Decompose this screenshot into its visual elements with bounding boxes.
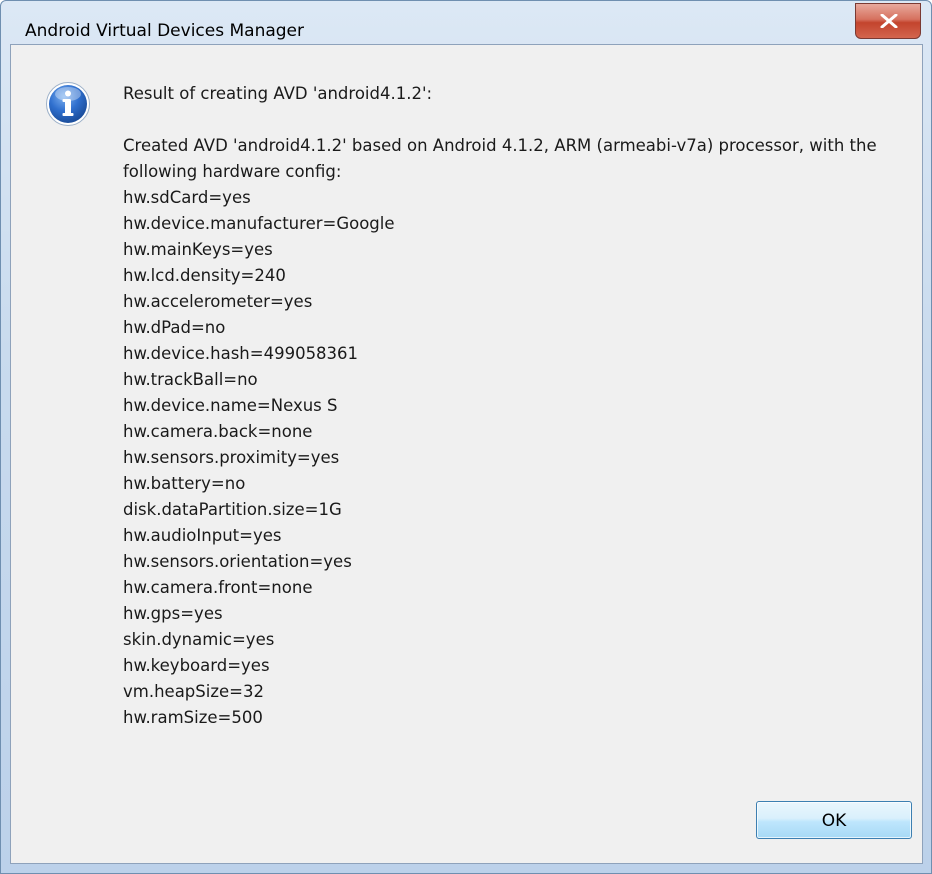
dialog-window: Android Virtual Devices Manager Result o… [0, 0, 932, 874]
message-heading: Result of creating AVD 'android4.1.2': [123, 84, 433, 103]
close-x-icon [880, 14, 898, 28]
config-line: hw.accelerometer=yes [123, 292, 313, 311]
config-line: hw.audioInput=yes [123, 526, 282, 545]
hardware-config-list: hw.sdCard=yes hw.device.manufacturer=Goog… [123, 185, 913, 731]
config-line: hw.keyboard=yes [123, 656, 270, 675]
config-line: hw.device.hash=499058361 [123, 344, 359, 363]
ok-button[interactable]: OK [756, 801, 912, 839]
config-line: hw.mainKeys=yes [123, 240, 273, 259]
config-line: skin.dynamic=yes [123, 630, 275, 649]
config-line: hw.sensors.orientation=yes [123, 552, 352, 571]
config-line: hw.ramSize=500 [123, 708, 263, 727]
config-line: hw.sdCard=yes [123, 188, 251, 207]
config-line: vm.heapSize=32 [123, 682, 264, 701]
config-line: hw.battery=no [123, 474, 246, 493]
config-line: hw.device.manufacturer=Google [123, 214, 395, 233]
message-summary: Created AVD 'android4.1.2' based on Andr… [123, 136, 877, 181]
config-line: hw.lcd.density=240 [123, 266, 286, 285]
config-line: hw.camera.back=none [123, 422, 313, 441]
config-line: hw.dPad=no [123, 318, 226, 337]
window-title: Android Virtual Devices Manager [25, 21, 304, 41]
config-line: hw.camera.front=none [123, 578, 313, 597]
config-line: hw.sensors.proximity=yes [123, 448, 340, 467]
message-text: Result of creating AVD 'android4.1.2': C… [123, 81, 913, 731]
message-spacer [123, 107, 913, 133]
dialog-body: Result of creating AVD 'android4.1.2': C… [10, 44, 923, 864]
config-line: hw.gps=yes [123, 604, 223, 623]
close-button[interactable] [855, 3, 921, 39]
info-icon [46, 82, 90, 126]
config-line: disk.dataPartition.size=1G [123, 500, 342, 519]
config-line: hw.device.name=Nexus S [123, 396, 338, 415]
config-line: hw.trackBall=no [123, 370, 258, 389]
